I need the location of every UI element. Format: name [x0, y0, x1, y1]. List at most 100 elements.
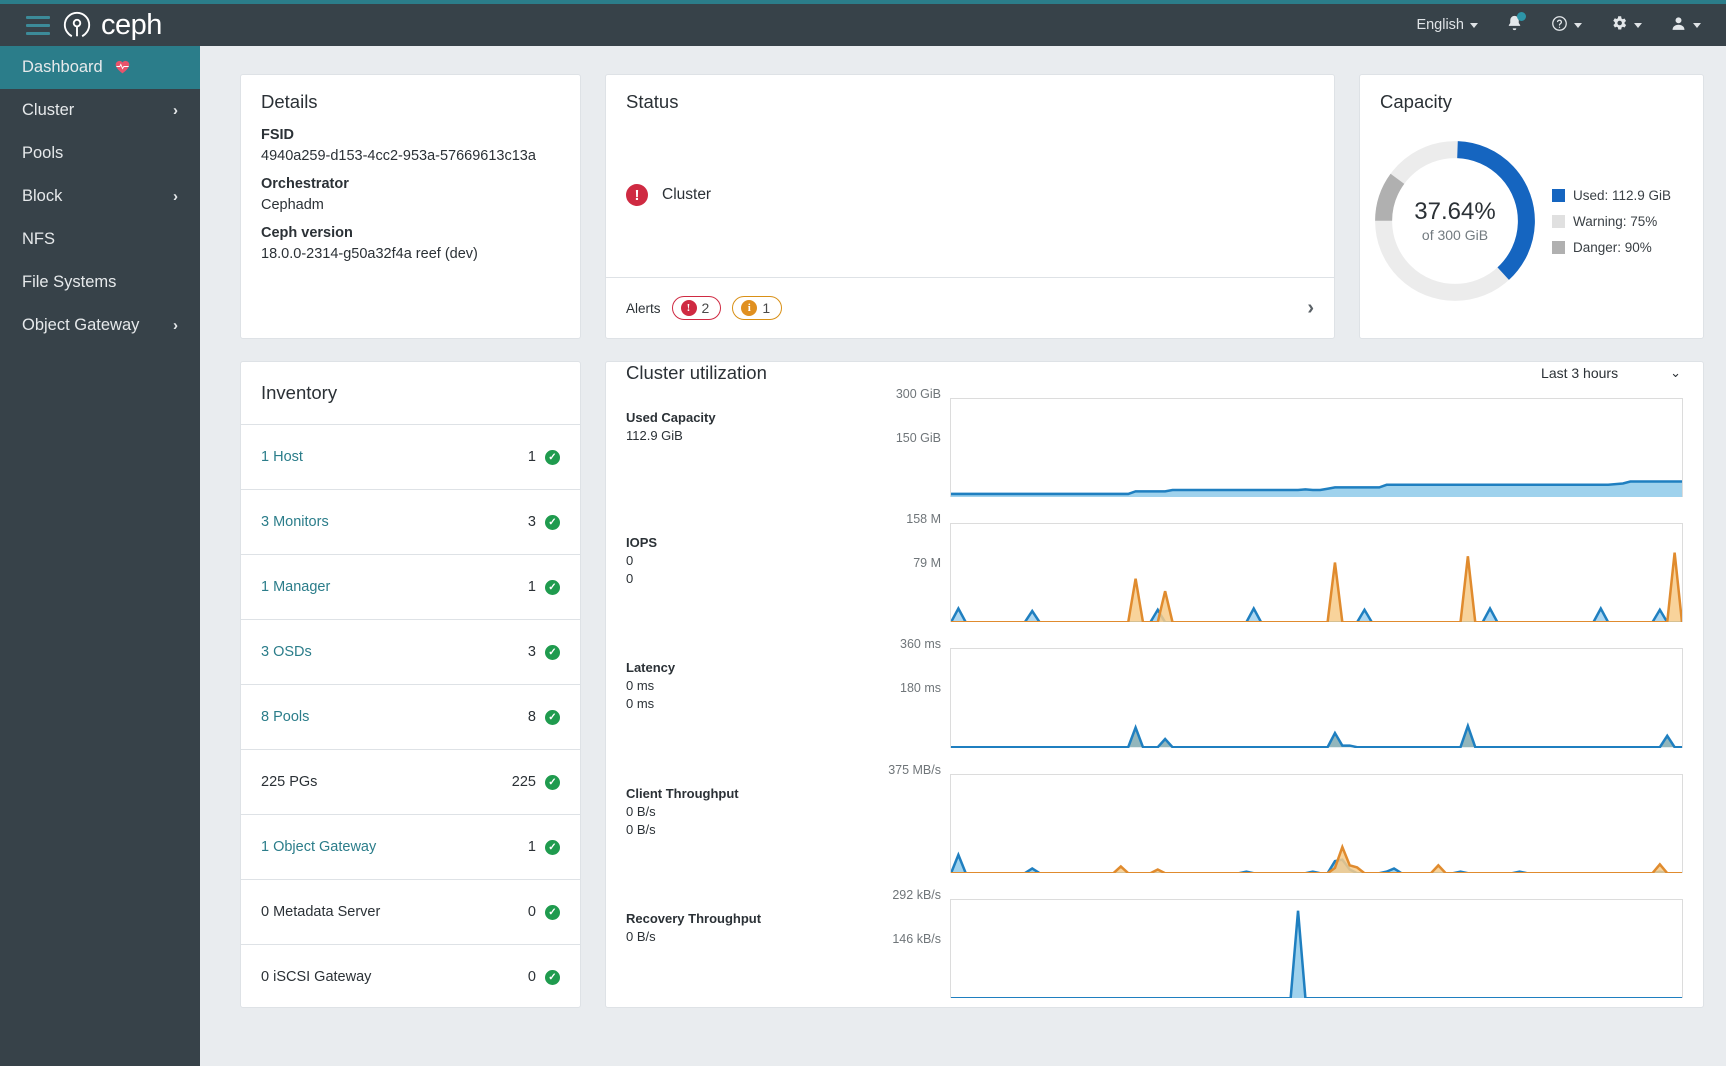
navbar-left: ceph [0, 4, 162, 46]
inventory-item-name[interactable]: 8 Pools [261, 709, 309, 725]
notifications-button[interactable] [1493, 6, 1536, 44]
alerts-label: Alerts [626, 301, 661, 316]
y-tick-mid: 146 kB/s [892, 932, 941, 946]
inventory-header: Inventory [241, 362, 580, 424]
capacity-card: Capacity 37.64% of 300 [1359, 74, 1704, 339]
sidebar-item-nfs[interactable]: NFS [0, 218, 200, 261]
inventory-item-status: 3✓ [528, 644, 560, 660]
sidebar-item-label: Object Gateway [22, 316, 139, 335]
metric-title: Used Capacity [626, 410, 888, 425]
alert-info-badge[interactable]: i 1 [732, 296, 782, 320]
capacity-total: of 300 GiB [1422, 227, 1488, 243]
metric-sparkline[interactable] [950, 384, 1683, 509]
inventory-card-title: Inventory [261, 382, 337, 404]
cluster-status-row[interactable]: ! Cluster [626, 184, 711, 206]
y-tick-top: 292 kB/s [892, 888, 941, 902]
inventory-row[interactable]: 1 Object Gateway 1✓ [241, 814, 580, 879]
inventory-item-name[interactable]: 1 Host [261, 449, 303, 465]
sidebar-item-label: Dashboard [22, 58, 103, 77]
brand-text: ceph [101, 11, 162, 40]
time-range-selector[interactable]: Last 3 hours ⌄ [1541, 365, 1681, 381]
details-body: FSID 4940a259-d153-4cc2-953a-57669613c13… [241, 113, 580, 262]
language-selector[interactable]: English [1403, 9, 1491, 41]
legend-swatch-used [1552, 189, 1565, 202]
metric-value: 0 B/s [626, 804, 888, 819]
inventory-item-status: 0✓ [528, 904, 560, 920]
inventory-row[interactable]: 1 Manager1✓ [241, 554, 580, 619]
user-menu[interactable] [1657, 7, 1714, 44]
metric-sparkline[interactable] [950, 509, 1683, 634]
utilization-header: Cluster utilization Last 3 hours ⌄ [606, 362, 1703, 384]
inventory-item-name[interactable]: 3 Monitors [261, 514, 329, 530]
help-menu[interactable] [1538, 7, 1595, 44]
cluster-utilization-card: Cluster utilization Last 3 hours ⌄ Used … [605, 361, 1704, 1008]
navbar-right: English [1403, 6, 1726, 44]
details-card: Details FSID 4940a259-d153-4cc2-953a-576… [240, 74, 581, 339]
y-tick-top: 360 ms [900, 637, 941, 651]
metric-value: 0 [626, 571, 888, 586]
fsid-value: 4940a259-d153-4cc2-953a-57669613c13a [261, 148, 560, 164]
settings-menu[interactable] [1597, 6, 1655, 44]
sidebar-item-label: Pools [22, 144, 63, 163]
sidebar-item-cluster[interactable]: Cluster › [0, 89, 200, 132]
inventory-item-name[interactable]: 3 OSDs [261, 644, 312, 660]
metric-y-axis: 360 ms180 ms [888, 634, 950, 759]
inventory-item-status: 1✓ [528, 839, 560, 855]
language-label: English [1416, 17, 1464, 33]
y-tick-top: 375 MB/s [888, 763, 941, 777]
inventory-list: 1 Host1✓3 Monitors3✓1 Manager1✓3 OSDs3✓8… [241, 424, 580, 1009]
sidebar-item-dashboard[interactable]: Dashboard [0, 46, 200, 89]
sidebar-item-label: NFS [22, 230, 55, 249]
chevron-down-icon [1574, 23, 1582, 28]
inventory-row[interactable]: 3 OSDs3✓ [241, 619, 580, 684]
cluster-status-label: Cluster [662, 186, 711, 204]
inventory-row[interactable]: 1 Host1✓ [241, 424, 580, 489]
inventory-row[interactable]: 8 Pools8✓ [241, 684, 580, 749]
legend-item-danger: Danger: 90% [1552, 240, 1671, 255]
metric-value: 0 ms [626, 678, 888, 693]
utilization-title: Cluster utilization [626, 362, 767, 384]
metric-sparkline[interactable] [950, 634, 1683, 759]
legend-swatch-warning [1552, 215, 1565, 228]
time-range-label: Last 3 hours [1541, 365, 1618, 381]
inventory-item-name[interactable]: 1 Object Gateway [261, 839, 376, 855]
capacity-body: 37.64% of 300 GiB Used: 112.9 GiB Warnin… [1360, 113, 1703, 323]
sidebar-item-label: Cluster [22, 101, 74, 120]
metric-sparkline[interactable] [950, 885, 1683, 1010]
bell-icon [1506, 14, 1523, 36]
capacity-card-title: Capacity [1360, 75, 1703, 113]
inventory-item-name[interactable]: 1 Manager [261, 579, 330, 595]
dashboard-bottom-row: Inventory 1 Host1✓3 Monitors3✓1 Manager1… [240, 361, 1704, 1008]
inventory-item-name: 0 Metadata Server [261, 904, 380, 920]
metric-title: IOPS [626, 535, 888, 550]
brand-logo-link[interactable]: ceph [54, 10, 162, 40]
top-navbar: ceph English [0, 0, 1726, 46]
y-tick-mid: 150 GiB [896, 431, 941, 445]
metric-y-axis: 375 MB/s [888, 760, 950, 885]
sidebar-item-object-gateway[interactable]: Object Gateway › [0, 304, 200, 347]
info-icon: i [741, 300, 757, 316]
sidebar-item-file-systems[interactable]: File Systems [0, 261, 200, 304]
capacity-donut-chart: 37.64% of 300 GiB [1370, 136, 1540, 306]
status-body: ! Cluster [606, 113, 1334, 277]
alert-danger-badge[interactable]: ! 2 [672, 296, 722, 320]
inventory-item-count: 3 [528, 644, 536, 660]
chevron-down-icon: ⌄ [1670, 365, 1681, 381]
gear-icon [1610, 14, 1628, 36]
hamburger-icon[interactable] [0, 4, 54, 46]
sidebar-item-block[interactable]: Block › [0, 175, 200, 218]
check-circle-icon: ✓ [545, 645, 560, 660]
status-card-title: Status [606, 75, 1334, 113]
utilization-metric: Used Capacity112.9 GiB300 GiB150 GiB [626, 384, 1683, 509]
alert-danger-count: 2 [702, 300, 710, 316]
sidebar-item-pools[interactable]: Pools [0, 132, 200, 175]
utilization-metric: IOPS00158 M79 M [626, 509, 1683, 634]
inventory-row[interactable]: 3 Monitors3✓ [241, 489, 580, 554]
chevron-right-icon: › [173, 102, 178, 119]
inventory-item-count: 1 [528, 449, 536, 465]
dashboard-top-row: Details FSID 4940a259-d153-4cc2-953a-576… [240, 74, 1704, 339]
inventory-row: 225 PGs225✓ [241, 749, 580, 814]
sidebar-item-label: Block [22, 187, 62, 206]
metric-sparkline[interactable] [950, 760, 1683, 885]
alerts-expand-chevron-icon[interactable]: › [1307, 297, 1314, 320]
